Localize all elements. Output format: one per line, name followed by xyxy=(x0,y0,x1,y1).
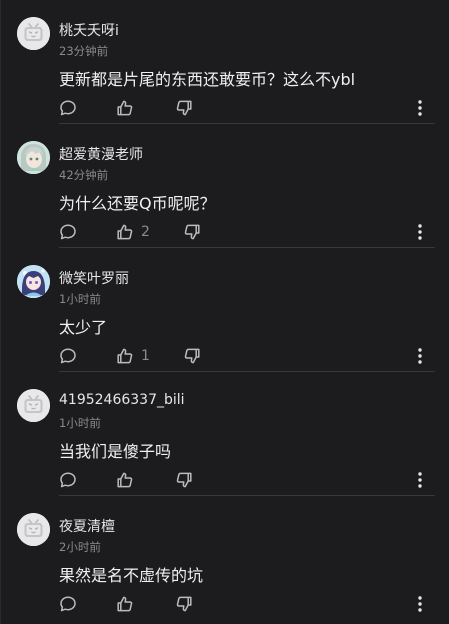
like-count: 1 xyxy=(141,348,150,364)
username[interactable]: 超爱黄漫老师 xyxy=(59,144,143,164)
avatar[interactable] xyxy=(17,141,50,174)
thumbs-down-icon xyxy=(184,348,200,364)
avatar[interactable] xyxy=(17,265,50,298)
default-tv-avatar-icon xyxy=(17,513,50,546)
avatar[interactable] xyxy=(17,17,50,50)
username[interactable]: 41952466337_bili xyxy=(59,392,185,408)
thumbs-up-icon xyxy=(117,596,133,612)
reply-button[interactable] xyxy=(59,595,77,613)
reply-icon xyxy=(60,472,76,488)
avatar[interactable] xyxy=(17,513,50,546)
more-vertical-icon xyxy=(418,100,422,116)
comment-actions xyxy=(59,471,425,491)
thumbs-up-icon xyxy=(117,472,133,488)
more-options-button[interactable] xyxy=(415,347,425,365)
comment-time: 2小时前 xyxy=(59,540,101,554)
comment-item: 超爱黄漫老师 42分钟前 为什么还要Q币呢呢？ 2 xyxy=(1,124,449,248)
comment-text: 更新都是片尾的东西还敢要币？这么不ybl xyxy=(59,70,356,89)
dislike-button[interactable] xyxy=(175,595,193,613)
more-options-button[interactable] xyxy=(415,99,425,117)
comment-text: 太少了 xyxy=(59,318,108,337)
dislike-button[interactable] xyxy=(175,471,193,489)
comment-actions xyxy=(59,99,425,119)
like-button[interactable] xyxy=(116,99,141,117)
thumbs-down-icon xyxy=(184,224,200,240)
reply-button[interactable] xyxy=(59,471,77,489)
reply-button[interactable] xyxy=(59,347,77,365)
comment-time: 1小时前 xyxy=(59,416,101,430)
dislike-button[interactable] xyxy=(175,99,193,117)
more-options-button[interactable] xyxy=(415,471,425,489)
dislike-button[interactable] xyxy=(183,347,201,365)
default-tv-avatar-icon xyxy=(17,389,50,422)
reply-button[interactable] xyxy=(59,223,77,241)
thumbs-up-icon xyxy=(117,100,133,116)
thumbs-up-icon xyxy=(117,224,133,240)
comment-text: 为什么还要Q币呢呢？ xyxy=(59,194,216,213)
username[interactable]: 夜夏清檀 xyxy=(59,516,115,536)
reply-icon xyxy=(60,224,76,240)
reply-icon xyxy=(60,348,76,364)
comment-item: 微笑叶罗丽 1小时前 太少了 1 xyxy=(1,248,449,372)
like-button[interactable] xyxy=(116,471,141,489)
reply-button[interactable] xyxy=(59,99,77,117)
like-button[interactable] xyxy=(116,595,141,613)
thumbs-down-icon xyxy=(176,472,192,488)
more-vertical-icon xyxy=(418,472,422,488)
comment-time: 23分钟前 xyxy=(59,44,109,58)
default-tv-avatar-icon xyxy=(17,17,50,50)
comment-actions: 1 xyxy=(59,347,425,367)
anime-avatar-image xyxy=(17,265,50,298)
thumbs-up-icon xyxy=(117,348,133,364)
comment-text: 当我们是傻子吗 xyxy=(59,442,172,461)
comment-time: 42分钟前 xyxy=(59,168,109,182)
like-count: 2 xyxy=(141,224,150,240)
more-vertical-icon xyxy=(418,348,422,364)
reply-icon xyxy=(60,100,76,116)
comment-feed: 桃夭夭呀i 23分钟前 更新都是片尾的东西还敢要币？这么不ybl 超爱黄漫老师 … xyxy=(0,0,449,624)
comment-item: 41952466337_bili 1小时前 当我们是傻子吗 xyxy=(1,372,449,496)
thumbs-down-icon xyxy=(176,596,192,612)
comment-item: 夜夏清檀 2小时前 果然是名不虚传的坑 xyxy=(1,496,449,620)
comment-text: 果然是名不虚传的坑 xyxy=(59,566,204,585)
reply-icon xyxy=(60,596,76,612)
username[interactable]: 微笑叶罗丽 xyxy=(59,268,129,288)
comment-item: 桃夭夭呀i 23分钟前 更新都是片尾的东西还敢要币？这么不ybl xyxy=(1,0,449,124)
like-button[interactable]: 2 xyxy=(116,223,150,241)
more-options-button[interactable] xyxy=(415,595,425,613)
like-button[interactable]: 1 xyxy=(116,347,150,365)
comment-actions: 2 xyxy=(59,223,425,243)
comment-time: 1小时前 xyxy=(59,292,101,306)
dislike-button[interactable] xyxy=(183,223,201,241)
anime-avatar-image xyxy=(17,141,50,174)
more-options-button[interactable] xyxy=(415,223,425,241)
comment-actions xyxy=(59,595,425,615)
avatar[interactable] xyxy=(17,389,50,422)
more-vertical-icon xyxy=(418,596,422,612)
thumbs-down-icon xyxy=(176,100,192,116)
more-vertical-icon xyxy=(418,224,422,240)
username[interactable]: 桃夭夭呀i xyxy=(59,20,119,40)
